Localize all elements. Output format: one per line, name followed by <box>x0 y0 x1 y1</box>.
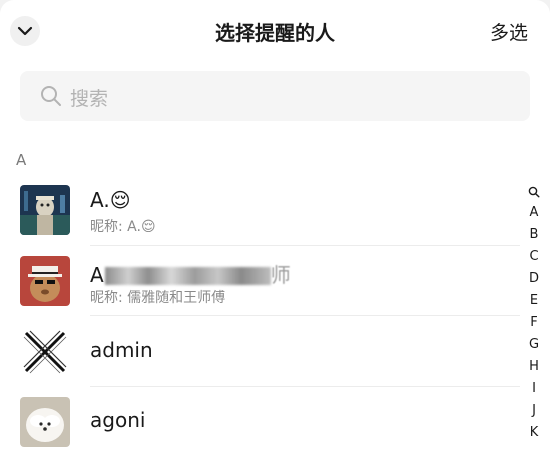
avatar <box>20 327 70 377</box>
contact-row[interactable]: A师 昵称: 儒雅随和王师傅 <box>0 256 520 326</box>
index-letter-h[interactable]: H <box>522 356 546 378</box>
mention-picker-sheet: 选择提醒的人 多选 搜索 A A.😌 昵称: A.😌 A 师 昵称: 儒雅随和王… <box>0 0 550 470</box>
page-title: 选择提醒的人 <box>215 21 335 45</box>
multi-select-button[interactable]: 多选 <box>490 18 528 45</box>
index-letter-k[interactable]: K <box>522 422 546 444</box>
alphabet-index[interactable]: A B C D E F G H I J K <box>522 182 546 444</box>
contact-row[interactable]: admin <box>0 327 520 397</box>
search-icon <box>41 86 61 106</box>
avatar <box>20 397 70 447</box>
index-letter-e[interactable]: E <box>522 290 546 312</box>
contact-name: A师 <box>90 259 291 288</box>
search-icon <box>528 186 540 198</box>
search-input[interactable]: 搜索 <box>20 71 530 121</box>
contact-name: A.😌 <box>90 188 131 212</box>
contact-name: agoni <box>90 408 146 432</box>
contact-name-start: A <box>90 263 104 287</box>
contact-row[interactable]: A.😌 昵称: A.😌 <box>0 185 520 255</box>
index-letter-d[interactable]: D <box>522 268 546 290</box>
contact-name-end: 师 <box>270 263 291 287</box>
divider <box>90 386 520 387</box>
index-letter-g[interactable]: G <box>522 334 546 356</box>
divider <box>90 315 520 316</box>
contact-nickname: 昵称: A.😌 <box>90 219 156 235</box>
header: 选择提醒的人 多选 <box>0 0 550 64</box>
index-search-button[interactable] <box>522 182 546 202</box>
section-header-a: A <box>16 151 27 169</box>
index-letter-j[interactable]: J <box>522 400 546 422</box>
contact-nickname: 昵称: 儒雅随和王师傅 <box>90 290 226 306</box>
index-letter-i[interactable]: I <box>522 378 546 400</box>
avatar <box>20 256 70 306</box>
redacted-name-blur <box>104 267 271 285</box>
contact-name: admin <box>90 338 153 362</box>
avatar <box>20 185 70 235</box>
search-placeholder: 搜索 <box>70 88 109 110</box>
index-letter-c[interactable]: C <box>522 246 546 268</box>
index-letter-b[interactable]: B <box>522 224 546 246</box>
contact-row[interactable]: agoni <box>0 397 520 467</box>
index-letter-a[interactable]: A <box>522 202 546 224</box>
divider <box>90 245 520 246</box>
index-letter-f[interactable]: F <box>522 312 546 334</box>
